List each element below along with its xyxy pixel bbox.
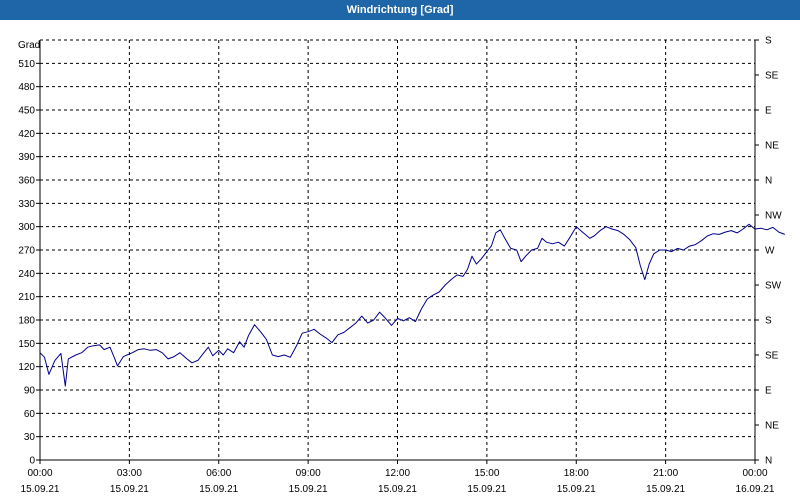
x-tick-time-label: 00:00: [27, 468, 52, 479]
y-tick-label: 0: [29, 456, 35, 467]
x-tick-date-label: 15.09.21: [467, 484, 506, 495]
x-tick-time-label: 15:00: [474, 468, 499, 479]
x-tick-time-label: 03:00: [117, 468, 142, 479]
y-axis-ticks: 0 30 60 90 120 150 180 210 240 270 300 330 360 390 420…: [18, 59, 40, 467]
window-title: Windrichtung [Grad]: [0, 0, 800, 20]
y-tick-label: 120: [18, 362, 35, 373]
x-tick-date-label: 16.09.21: [736, 484, 775, 495]
right-tick-label: NE: [765, 421, 779, 432]
right-tick-label: S: [765, 36, 772, 47]
x-tick-date-label: 15.09.21: [110, 484, 149, 495]
y-tick-label: 510: [18, 59, 35, 70]
y-tick-label: 390: [18, 152, 35, 163]
y-tick-label: 210: [18, 292, 35, 303]
x-tick-date-label: 15.09.21: [289, 484, 328, 495]
right-tick-label: E: [765, 106, 772, 117]
x-tick-date-label: 15.09.21: [557, 484, 596, 495]
x-tick-time-label: 00:00: [742, 468, 767, 479]
x-tick-date-label: 15.09.21: [21, 484, 60, 495]
x-tick-date-label: 15.09.21: [646, 484, 685, 495]
right-tick-label: N: [765, 176, 772, 187]
y-tick-label: 150: [18, 339, 35, 350]
right-tick-label: W: [765, 246, 775, 257]
x-tick-time-label: 21:00: [653, 468, 678, 479]
right-tick-label: N: [765, 456, 772, 467]
y-tick-label: 480: [18, 82, 35, 93]
wind-direction-chart: 0 30 60 90 120 150 180 210 240 270 300 330 360 390 420…: [18, 36, 785, 495]
y-tick-label: 330: [18, 199, 35, 210]
right-tick-label: NE: [765, 141, 779, 152]
right-tick-label: NW: [765, 211, 782, 222]
right-tick-label: SE: [765, 351, 779, 362]
right-tick-label: SE: [765, 71, 779, 82]
y-tick-label: 300: [18, 222, 35, 233]
x-tick-date-label: 15.09.21: [378, 484, 417, 495]
y-tick-label: 270: [18, 246, 35, 257]
right-tick-label: SW: [765, 281, 782, 292]
x-axis-ticks: 00:00 15.09.21 03:00 15.09.21 06:00 15.09.21 0…: [21, 460, 775, 495]
x-tick-time-label: 06:00: [206, 468, 231, 479]
y-tick-label: 60: [24, 409, 36, 420]
y-axis-title: Grad: [18, 40, 40, 51]
x-tick-time-label: 12:00: [385, 468, 410, 479]
x-tick-date-label: 15.09.21: [199, 484, 238, 495]
y-tick-label: 90: [24, 386, 36, 397]
y-tick-label: 360: [18, 176, 35, 187]
x-tick-time-label: 18:00: [564, 468, 589, 479]
y-tick-label: 240: [18, 269, 35, 280]
right-tick-label: S: [765, 316, 772, 327]
right-axis-ticks: N NE E SE S SW W NW N NE E SE S: [755, 36, 782, 467]
y-tick-label: 180: [18, 316, 35, 327]
x-tick-time-label: 09:00: [296, 468, 321, 479]
y-tick-label: 30: [24, 432, 36, 443]
y-tick-label: 420: [18, 129, 35, 140]
y-tick-label: 450: [18, 106, 35, 117]
right-tick-label: E: [765, 386, 772, 397]
